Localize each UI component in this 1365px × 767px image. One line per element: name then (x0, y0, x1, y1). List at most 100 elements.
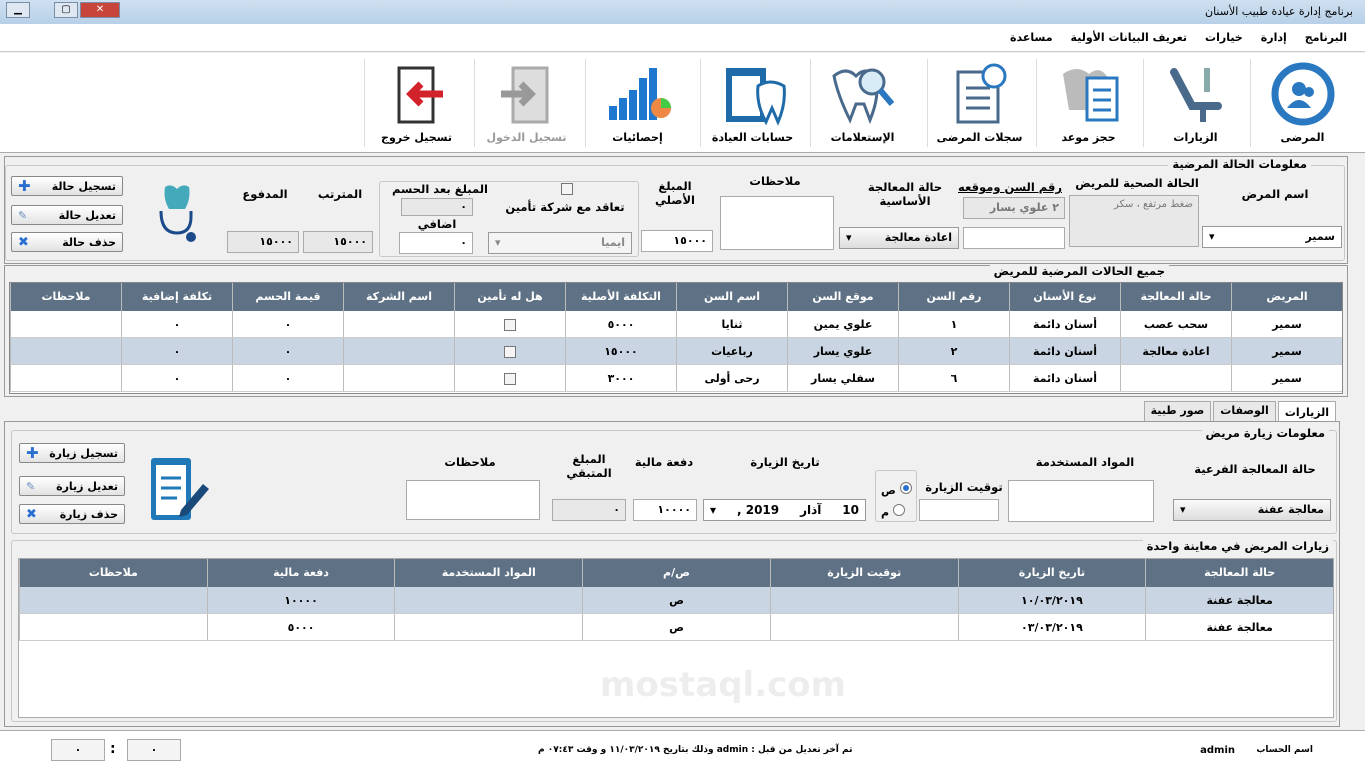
column-header[interactable]: تكلفة إضافية (121, 283, 232, 311)
toolbar-label: الإستعلامات (830, 131, 895, 144)
column-header[interactable]: المريض (1231, 283, 1342, 311)
tooth-field[interactable]: ٢ علوي يسار (963, 197, 1065, 219)
tab-prescriptions[interactable]: الوصفات (1213, 401, 1276, 423)
due-field[interactable]: ١٥٠٠٠ (303, 231, 373, 253)
table-row[interactable]: معالجة عفنة ٠٣/٠٣/٢٠١٩ ص ٥٠٠٠ (18, 614, 1333, 641)
appointment-icon (1054, 61, 1124, 127)
toolbar-login[interactable]: تسجيل الدخول (474, 59, 578, 147)
insurance-checkbox[interactable] (504, 346, 516, 358)
minimize-button[interactable]: ▁ (6, 2, 30, 18)
extra-field[interactable]: ٠ (399, 232, 473, 254)
due-label: المترتب (317, 187, 363, 201)
toolbar-logout[interactable]: تسجيل خروج (364, 59, 468, 147)
column-header[interactable]: اسم السن (676, 283, 787, 311)
column-header[interactable]: حالة المعالجة (1145, 559, 1333, 587)
remaining-field[interactable]: ٠ (552, 499, 626, 521)
watermark: mostaql.com (600, 665, 847, 705)
table-cell: ٠٣/٠٣/٢٠١٩ (957, 614, 1146, 640)
table-row[interactable]: سمير سحب عصب أسنان دائمة ١ علوي يمين ثنايا ٥٠٠… (10, 311, 1342, 338)
time-box-a[interactable]: ٠ (51, 739, 105, 761)
menu-options[interactable]: خيارات (1205, 31, 1243, 44)
menu-program[interactable]: البرنامج (1305, 31, 1347, 44)
insurance-label: تعاقد مع شركة تأمين (505, 200, 625, 214)
extra-label: اضافي (417, 217, 457, 231)
tooth-extra-field[interactable] (963, 227, 1065, 249)
delete-case-button[interactable]: حذف حالة ✖ (11, 232, 123, 252)
column-header[interactable]: التكلفة الأصلية (565, 283, 676, 311)
sub-treatment-combo[interactable]: معالجة عفنة ▾ (1173, 499, 1331, 521)
menu-help[interactable]: مساعدة (1010, 31, 1053, 44)
column-header[interactable]: تاريخ الزيارة (957, 559, 1146, 587)
sub-treatment-label: حالة المعالجة الفرعية (1194, 462, 1316, 476)
column-header[interactable]: حالة المعالجة (1120, 283, 1231, 311)
visit-date-picker[interactable]: ▾ 10 آذار 2019 , (703, 499, 866, 521)
column-header[interactable]: نوع الأسنان (1009, 283, 1120, 311)
materials-field[interactable] (1008, 480, 1154, 522)
toolbar-visits[interactable]: الزيارات (1143, 59, 1247, 147)
patient-name-label: اسم المرض (1241, 187, 1309, 201)
toolbar-accounts[interactable]: حسابات العيادة (700, 59, 804, 147)
materials-label: المواد المستخدمة (1035, 455, 1135, 469)
toolbar-queries[interactable]: الإستعلامات (810, 59, 914, 147)
insurance-checkbox[interactable] (504, 319, 516, 331)
menu-initial-data[interactable]: تعريف البيانات الأولية (1071, 31, 1188, 44)
date-month: آذار (800, 503, 822, 517)
health-field[interactable]: ضغط مرتفع ، سكر (1069, 195, 1199, 247)
insurance-company-combo[interactable]: ايميا ▾ (488, 232, 632, 254)
button-label: تعديل زيارة (56, 479, 118, 493)
time-field[interactable] (919, 499, 999, 521)
column-header[interactable]: هل له تأمين (454, 283, 565, 311)
payment-field[interactable]: ١٠٠٠٠ (633, 499, 697, 521)
edit-visit-button[interactable]: تعديل زيارة ✎ (19, 476, 125, 496)
table-row[interactable]: سمير اعادة معالجة أسنان دائمة ٢ علوي يسار ربا… (10, 338, 1342, 365)
visit-notes-field[interactable] (406, 480, 540, 520)
column-header[interactable]: قيمة الحسم (232, 283, 343, 311)
time-label: توقيت الزيارة (925, 480, 1003, 494)
column-header[interactable]: المواد المستخدمة (394, 559, 582, 587)
pencil-icon: ✎ (26, 479, 36, 493)
delete-visit-button[interactable]: حذف زيارة ✖ (19, 504, 125, 524)
insurance-checkbox[interactable] (504, 373, 516, 385)
column-header[interactable]: ص/م (582, 559, 770, 587)
table-row[interactable]: معالجة عفنة ١٠/٠٣/٢٠١٩ ص ١٠٠٠٠ (18, 587, 1333, 614)
table-cell (10, 365, 121, 391)
after-discount-field[interactable]: ٠ (401, 198, 473, 216)
column-header[interactable]: دفعة مالية (206, 559, 395, 587)
add-visit-button[interactable]: تسجيل زيارة ✚ (19, 443, 125, 463)
column-header[interactable]: اسم الشركة (343, 283, 454, 311)
accounts-icon (718, 61, 788, 127)
am-radio[interactable]: ص (881, 482, 912, 497)
tab-medical-images[interactable]: صور طبية (1143, 401, 1212, 423)
edit-case-button[interactable]: تعديل حالة ✎ (11, 205, 123, 225)
add-case-button[interactable]: تسجيل حالة ✚ (11, 176, 123, 196)
statistics-icon (603, 61, 673, 127)
table-row[interactable]: سمير أسنان دائمة ٦ سفلي يسار رحى أولى ٣٠٠٠ ٠ ٠ (10, 365, 1342, 392)
close-button[interactable]: ✕ (80, 2, 120, 18)
column-header[interactable]: ملاحظات (18, 559, 207, 587)
notes-field[interactable] (720, 196, 834, 250)
cases-grid[interactable]: المريض حالة المعالجة نوع الأسنان رقم السن مو… (9, 282, 1343, 394)
time-box-b[interactable]: ٠ (127, 739, 181, 761)
treatment-label: حالة المعالجة الأساسية (867, 180, 943, 208)
toolbar-appointment[interactable]: حجز موعد (1036, 59, 1140, 147)
patient-name-combo[interactable]: سمير ▾ (1202, 226, 1342, 248)
original-amount-field[interactable]: ١٥٠٠٠ (641, 230, 713, 252)
tab-visits[interactable]: الزيارات (1277, 401, 1336, 423)
toolbar-records[interactable]: سجلات المرضى (927, 59, 1031, 147)
maximize-button[interactable]: ▢ (54, 2, 78, 18)
toolbar-statistics[interactable]: إحصائيات (585, 59, 689, 147)
menu-admin[interactable]: إدارة (1261, 31, 1287, 44)
toolbar-patients[interactable]: المرضى (1250, 59, 1354, 147)
table-cell (10, 338, 121, 364)
paid-field[interactable]: ١٥٠٠٠ (227, 231, 299, 253)
date-label: تاريخ الزيارة (750, 455, 820, 469)
column-header[interactable]: توقيت الزيارة (769, 559, 958, 587)
treatment-combo[interactable]: اعادة معالجة ▾ (839, 227, 959, 249)
column-header[interactable]: رقم السن (898, 283, 1009, 311)
pm-radio[interactable]: م (881, 504, 905, 519)
table-cell: سمير (1231, 365, 1342, 391)
table-cell: ٢ (898, 338, 1009, 364)
column-header[interactable]: موقع السن (787, 283, 898, 311)
column-header[interactable]: ملاحظات (10, 283, 121, 311)
insurance-checkbox[interactable] (561, 183, 573, 195)
